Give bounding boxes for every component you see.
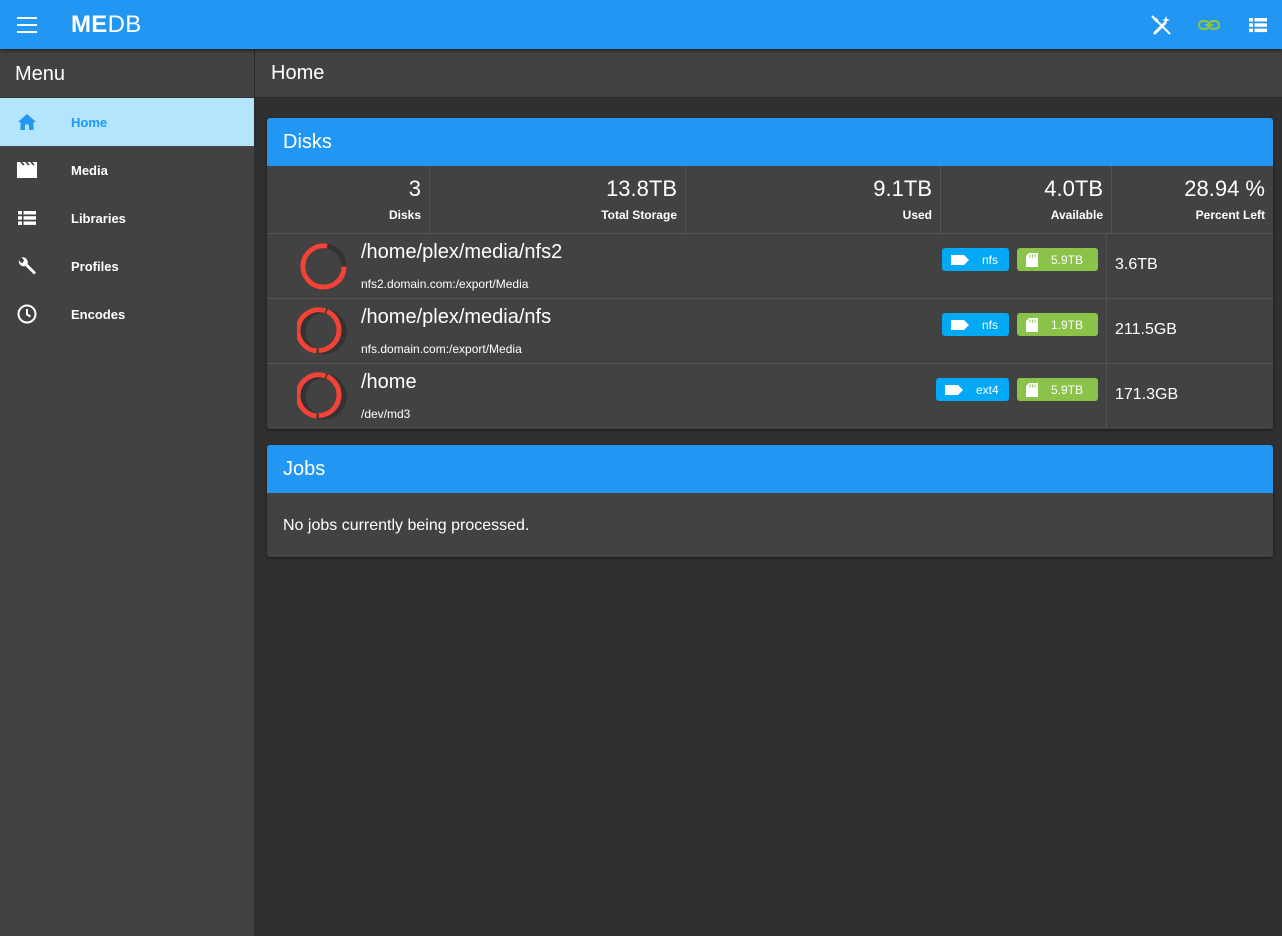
disk-mount-path: /home/plex/media/nfs2: [361, 241, 563, 263]
disk-free-space: 211.5GB: [1106, 299, 1273, 363]
stat-used: 9.1TB Used: [686, 166, 941, 233]
sidebar-title: Menu: [0, 49, 254, 98]
disk-mount-path: /home: [361, 371, 417, 393]
app-bar: MEDB: [0, 0, 1282, 49]
stat-percent-left: 28.94 % Percent Left: [1184, 176, 1265, 222]
size-badge[interactable]: 5.9TB: [1017, 248, 1098, 271]
tag-icon: [951, 254, 969, 265]
jobs-card-title: Jobs: [267, 445, 1273, 493]
sidebar-item-label: Home: [71, 114, 108, 130]
disk-free-space: 3.6TB: [1106, 234, 1273, 298]
disk-source: /dev/md3: [361, 407, 411, 421]
size-badge[interactable]: 5.9TB: [1017, 378, 1098, 401]
disk-row[interactable]: /home/plex/media/nfs nfs.domain.com:/exp…: [267, 299, 1273, 364]
sd-card-icon: [1026, 382, 1038, 397]
disk-source: nfs2.domain.com:/export/Media: [361, 277, 529, 291]
disks-card: Disks 3 Disks 13.8TB Total Storage 9.1TB…: [267, 118, 1273, 429]
stat-disks: 3 Disks: [267, 166, 430, 233]
sidebar: Menu Home Media Libraries Profiles Encod…: [0, 49, 255, 936]
disk-usage-ring: [297, 372, 347, 420]
magic-wand-off-icon[interactable]: [1150, 14, 1172, 36]
disk-usage-ring: [300, 243, 347, 290]
disk-source: nfs.domain.com:/export/Media: [361, 342, 522, 356]
filesystem-badge[interactable]: nfs: [942, 313, 1009, 336]
disk-mount-path: /home/plex/media/nfs: [361, 306, 552, 328]
disk-row[interactable]: /home/plex/media/nfs2 nfs2.domain.com:/e…: [267, 234, 1273, 299]
jobs-card: Jobs No jobs currently being processed.: [267, 445, 1273, 557]
app-brand[interactable]: MEDB: [71, 11, 142, 39]
link-icon[interactable]: [1197, 14, 1221, 36]
sd-card-icon: [1026, 317, 1038, 332]
disk-stats: 3 Disks 13.8TB Total Storage 9.1TB Used …: [267, 166, 1273, 234]
disk-free-space: 171.3GB: [1106, 364, 1273, 428]
filesystem-badge[interactable]: nfs: [942, 248, 1009, 271]
jobs-empty-message: No jobs currently being processed.: [283, 517, 530, 534]
sidebar-item-profiles[interactable]: Profiles: [0, 242, 254, 290]
disk-usage-ring: [297, 307, 347, 355]
sidebar-item-label: Media: [71, 162, 108, 178]
hamburger-menu-icon[interactable]: [17, 17, 37, 33]
filesystem-badge[interactable]: ext4: [936, 378, 1009, 401]
stat-available: 4.0TB Available: [941, 166, 1112, 233]
disk-row[interactable]: /home /dev/md3 ext4 5.9TB 171.3GB: [267, 364, 1273, 429]
size-badge[interactable]: 1.9TB: [1017, 313, 1098, 336]
list-view-icon[interactable]: [1248, 14, 1270, 36]
list-icon: [16, 207, 38, 229]
sidebar-item-label: Profiles: [71, 258, 119, 274]
stat-total-storage: 13.8TB Total Storage: [430, 166, 686, 233]
tag-icon: [945, 384, 963, 395]
clock-icon: [16, 303, 38, 325]
sidebar-item-libraries[interactable]: Libraries: [0, 194, 254, 242]
home-icon: [16, 111, 38, 133]
page-header: Home: [255, 49, 1282, 98]
sidebar-item-label: Libraries: [71, 210, 126, 226]
tag-icon: [951, 319, 969, 330]
wrench-icon: [16, 255, 38, 277]
sidebar-item-media[interactable]: Media: [0, 146, 254, 194]
sidebar-item-home[interactable]: Home: [0, 98, 254, 146]
sd-card-icon: [1026, 252, 1038, 267]
sidebar-item-encodes[interactable]: Encodes: [0, 290, 254, 338]
sidebar-item-label: Encodes: [71, 306, 126, 322]
page-title: Home: [271, 62, 325, 84]
disks-card-title: Disks: [267, 118, 1273, 166]
clapperboard-icon: [16, 159, 38, 181]
